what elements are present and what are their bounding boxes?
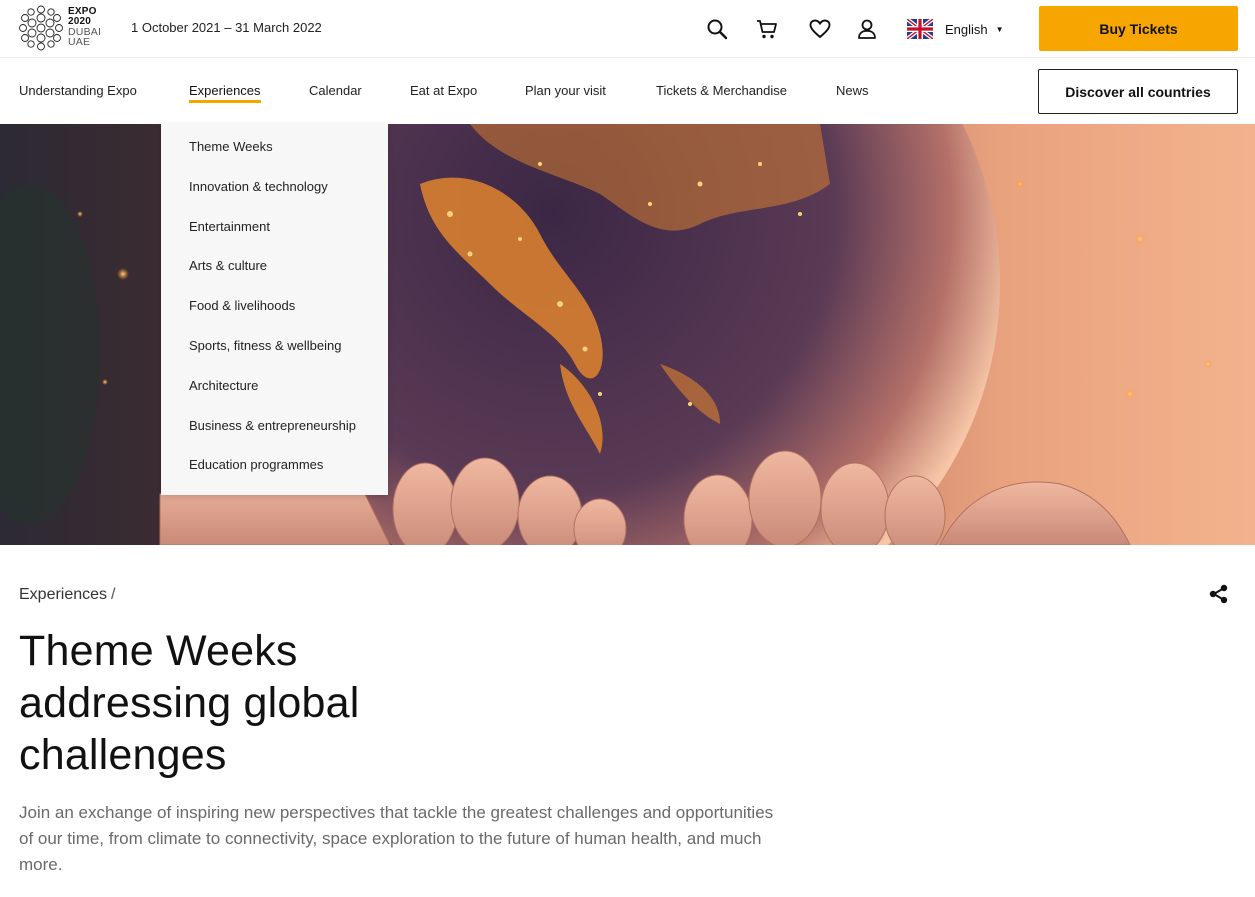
breadcrumb-link-experiences[interactable]: Experiences bbox=[19, 586, 107, 603]
logo-line-country: UAE bbox=[68, 36, 91, 48]
experiences-dropdown-menu: Theme Weeks Innovation & technology Ente… bbox=[161, 124, 388, 495]
discover-all-countries-button[interactable]: Discover all countries bbox=[1038, 69, 1238, 114]
top-bar: EXPO 2020 DUBAI UAE 1 October 2021 – 31 … bbox=[0, 0, 1255, 58]
uk-flag-icon bbox=[907, 19, 933, 39]
nav-experiences[interactable]: Experiences bbox=[189, 83, 261, 103]
dropdown-item-education-programmes[interactable]: Education programmes bbox=[161, 458, 388, 498]
nav-tickets-merchandise[interactable]: Tickets & Merchandise bbox=[656, 83, 787, 98]
dropdown-item-food-livelihoods[interactable]: Food & livelihoods bbox=[161, 299, 388, 339]
share-icon[interactable] bbox=[1207, 582, 1231, 606]
page-title: Theme Weeks addressing global challenges bbox=[19, 627, 360, 779]
buy-tickets-button[interactable]: Buy Tickets bbox=[1039, 6, 1238, 51]
dropdown-item-sports-fitness-wellbeing[interactable]: Sports, fitness & wellbeing bbox=[161, 339, 388, 379]
language-label: English bbox=[945, 21, 988, 37]
dropdown-item-entertainment[interactable]: Entertainment bbox=[161, 219, 388, 260]
main-nav: Understanding Expo Experiences Calendar … bbox=[0, 59, 1255, 124]
intro-paragraph: Join an exchange of inspiring new perspe… bbox=[19, 803, 774, 874]
nav-news[interactable]: News bbox=[836, 83, 869, 98]
nav-calendar[interactable]: Calendar bbox=[309, 83, 362, 98]
breadcrumb-separator: / bbox=[111, 586, 116, 603]
logo-wordmark: EXPO 2020 DUBAI UAE bbox=[68, 7, 108, 48]
cart-icon[interactable] bbox=[754, 16, 780, 42]
dropdown-item-arts-culture[interactable]: Arts & culture bbox=[161, 259, 388, 299]
expo-logo-mark-icon bbox=[19, 5, 63, 51]
dropdown-item-business-entrepreneurship[interactable]: Business & entrepreneurship bbox=[161, 418, 388, 459]
user-icon[interactable] bbox=[854, 16, 880, 42]
breadcrumb: Experiences / bbox=[19, 586, 116, 604]
search-icon[interactable] bbox=[704, 16, 730, 42]
heart-icon[interactable] bbox=[807, 16, 833, 42]
expo-logo[interactable]: EXPO 2020 DUBAI UAE bbox=[19, 5, 105, 51]
dropdown-item-architecture[interactable]: Architecture bbox=[161, 378, 388, 419]
nav-understanding-expo[interactable]: Understanding Expo bbox=[19, 83, 137, 98]
caret-down-icon: ▼ bbox=[995, 24, 1004, 34]
nav-plan-your-visit[interactable]: Plan your visit bbox=[525, 83, 606, 98]
dropdown-item-innovation-technology[interactable]: Innovation & technology bbox=[161, 179, 388, 220]
event-dates: 1 October 2021 – 31 March 2022 bbox=[131, 20, 322, 35]
nav-eat-at-expo[interactable]: Eat at Expo bbox=[410, 83, 477, 98]
dropdown-item-theme-weeks[interactable]: Theme Weeks bbox=[161, 140, 388, 180]
language-selector[interactable]: English ▼ bbox=[907, 17, 1004, 41]
